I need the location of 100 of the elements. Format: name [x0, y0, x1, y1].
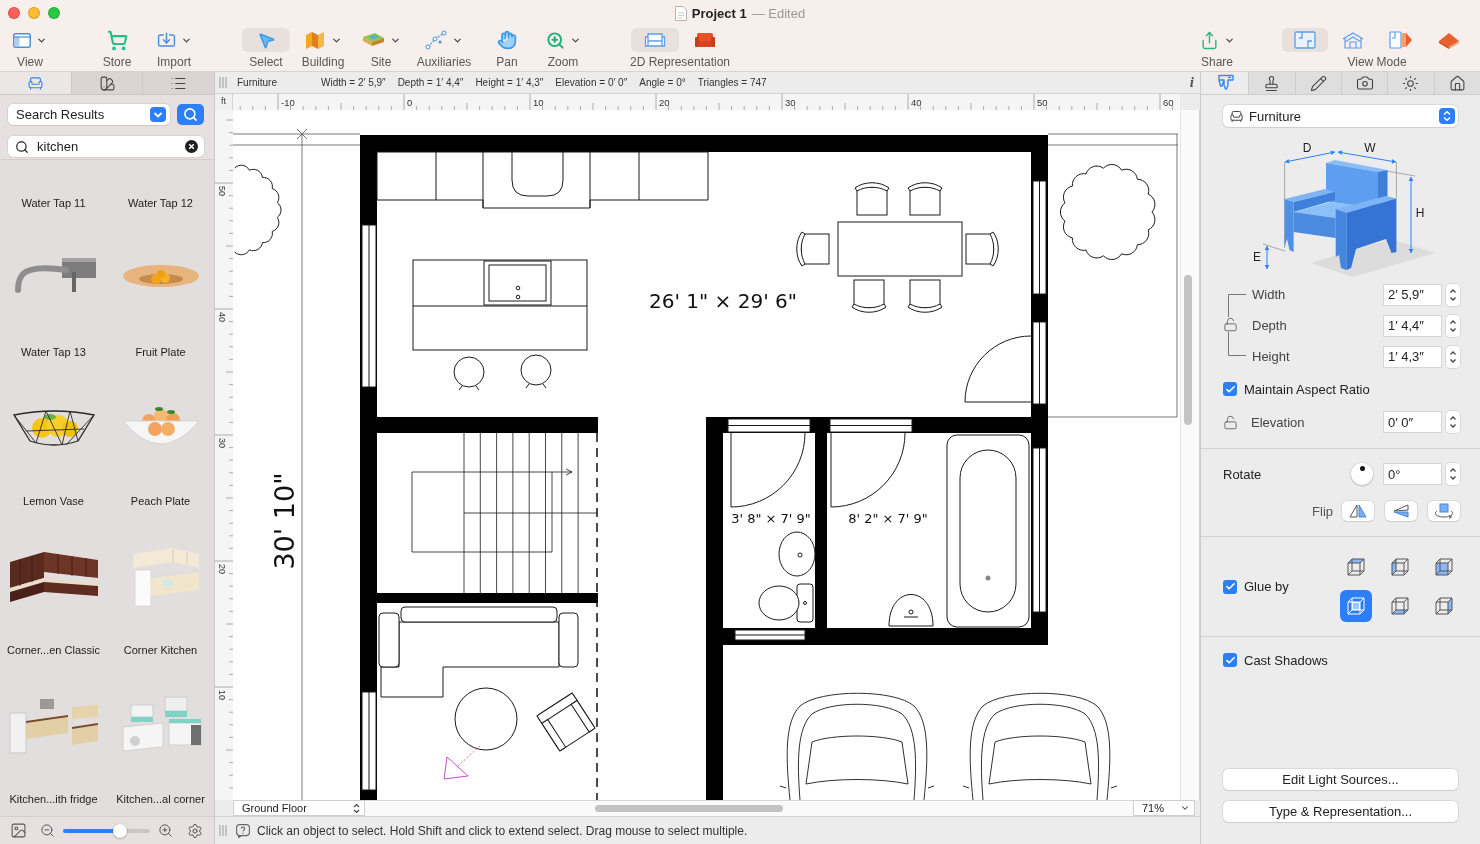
close-button[interactable] — [8, 7, 20, 19]
slider-thumb[interactable] — [113, 823, 128, 838]
select-button[interactable] — [242, 28, 290, 52]
ruler-label: 30 — [785, 97, 796, 108]
window — [734, 629, 806, 641]
share-icon — [1199, 30, 1219, 50]
search-button[interactable] — [177, 104, 204, 125]
settings-icon[interactable] — [187, 822, 203, 839]
item-label: Water Tap 12 — [128, 196, 193, 211]
type-representation-button[interactable]: Type & Representation... — [1223, 801, 1458, 822]
checkbox[interactable] — [1223, 382, 1237, 396]
sun-tab[interactable] — [1387, 72, 1434, 94]
toolbar-label: Pan — [496, 55, 518, 69]
angle-field[interactable]: 0° — [1383, 463, 1442, 485]
minimize-button[interactable] — [28, 7, 40, 19]
cube-icon — [1434, 596, 1454, 616]
furniture-tab[interactable] — [0, 72, 71, 94]
glue-option-button[interactable] — [1340, 590, 1372, 622]
house-icon — [1448, 74, 1466, 92]
source-select[interactable]: Search Results — [8, 104, 170, 125]
dining-chair — [907, 182, 943, 216]
image-icon[interactable] — [10, 822, 27, 839]
search-field[interactable]: kitchen — [8, 136, 204, 157]
chevron-down-icon — [1180, 803, 1190, 813]
thumbnail-size-slider[interactable] — [63, 823, 150, 838]
room-dimension: 3' 8" × 7' 9" — [731, 510, 811, 526]
drawing-canvas[interactable]: 26' 1" × 29' 6" 3' 8" × 7' 9" 8' 2" × 7' 9" 30' 10" — [233, 110, 1180, 800]
grip-icon[interactable] — [219, 77, 227, 88]
help-icon[interactable] — [236, 823, 250, 838]
dining-chair — [965, 231, 999, 267]
nodes-path-icon — [425, 30, 447, 50]
bracket-line — [1228, 294, 1246, 317]
dining-chair — [851, 279, 887, 313]
size-field[interactable]: 1′ 4,4″ — [1383, 314, 1442, 337]
floor-plan-icon — [1294, 31, 1316, 49]
materials-tab[interactable] — [70, 72, 143, 94]
info-field: Angle = 0° — [639, 77, 686, 88]
scrollbar-thumb[interactable] — [1184, 275, 1192, 425]
rotate-3d-button[interactable] — [1428, 501, 1460, 521]
plan-view-button[interactable] — [1282, 28, 1328, 52]
toolbar-label: View Mode — [1347, 55, 1407, 69]
flip-horizontal-button[interactable] — [1342, 501, 1374, 521]
edited-status: — Edited — [751, 6, 806, 21]
cube-icon — [1390, 596, 1410, 616]
info-field: Width = 2′ 5,9″ — [321, 77, 386, 88]
category-select[interactable]: Furniture — [1223, 105, 1458, 127]
chevron-down-icon — [150, 107, 166, 122]
checkbox-label: Cast Shadows — [1244, 652, 1328, 668]
light-sources-button[interactable]: Edit Light Sources... — [1223, 769, 1458, 790]
dimension-label: H — [1415, 206, 1425, 220]
rotation-knob[interactable] — [1351, 463, 1373, 485]
field-label: Depth — [1252, 318, 1288, 333]
checkbox[interactable] — [1223, 653, 1237, 667]
checkbox[interactable] — [1223, 579, 1237, 594]
flip-vertical-button[interactable] — [1385, 501, 1417, 521]
flip-label: Flip — [1312, 503, 1333, 519]
elevation-field[interactable]: 0′ 0″ — [1383, 411, 1442, 433]
wall-dimension: 30' 10" — [268, 472, 300, 570]
level-select[interactable]: Ground Floor — [233, 800, 365, 816]
info-field: Depth = 1′ 4,4″ — [397, 77, 464, 88]
grip-icon[interactable] — [219, 825, 227, 836]
toolbar-label: View — [17, 55, 43, 69]
stepper-button[interactable] — [1446, 411, 1460, 433]
ruler-label: 60 — [1163, 97, 1174, 108]
stepper-arrows-icon — [1449, 414, 1457, 430]
clear-icon[interactable] — [185, 140, 198, 153]
up-down-chevrons-icon — [1439, 108, 1455, 124]
pointer-icon — [256, 30, 276, 50]
pencil-tab[interactable] — [1294, 72, 1341, 94]
fullscreen-button[interactable] — [48, 7, 60, 19]
unlocked-lock-icon[interactable] — [1223, 414, 1238, 430]
item-label: Fruit Plate — [135, 345, 186, 360]
item-label: Lemon Vase — [23, 494, 84, 509]
checkbox-label: Glue by — [1244, 579, 1289, 594]
zoom-select[interactable]: 71% — [1133, 800, 1195, 816]
ruler-label: 20 — [659, 97, 670, 108]
list-tab[interactable] — [142, 72, 214, 94]
unlocked-lock-icon[interactable] — [1223, 317, 1238, 332]
swatch-book-icon — [98, 74, 116, 92]
info-button[interactable]: i — [1187, 74, 1196, 91]
stepper-button[interactable] — [1446, 463, 1460, 485]
search-icon — [15, 139, 29, 154]
scrollbar-thumb[interactable] — [595, 805, 783, 812]
door-swing — [964, 335, 1032, 403]
ruler-label: 20 — [217, 564, 227, 574]
toolbar-label: Zoom — [547, 55, 579, 69]
camera-tab[interactable] — [1341, 72, 1388, 94]
stepper-button[interactable] — [1446, 283, 1460, 306]
zoom-out-icon[interactable] — [40, 823, 55, 838]
size-field[interactable]: 2′ 5,9″ — [1383, 283, 1442, 306]
zoom-in-icon[interactable] — [158, 823, 173, 838]
house-tab[interactable] — [1433, 72, 1480, 94]
size-field[interactable]: 1′ 4,3″ — [1383, 345, 1442, 368]
stepper-button[interactable] — [1446, 314, 1460, 337]
stepper-button[interactable] — [1446, 345, 1460, 368]
outline-representation-button[interactable] — [631, 28, 679, 52]
zoom-in-icon — [545, 30, 565, 50]
field-label: Elevation — [1251, 414, 1306, 430]
stamp-tab[interactable] — [1248, 72, 1295, 94]
dimension-arrow — [1337, 150, 1397, 164]
